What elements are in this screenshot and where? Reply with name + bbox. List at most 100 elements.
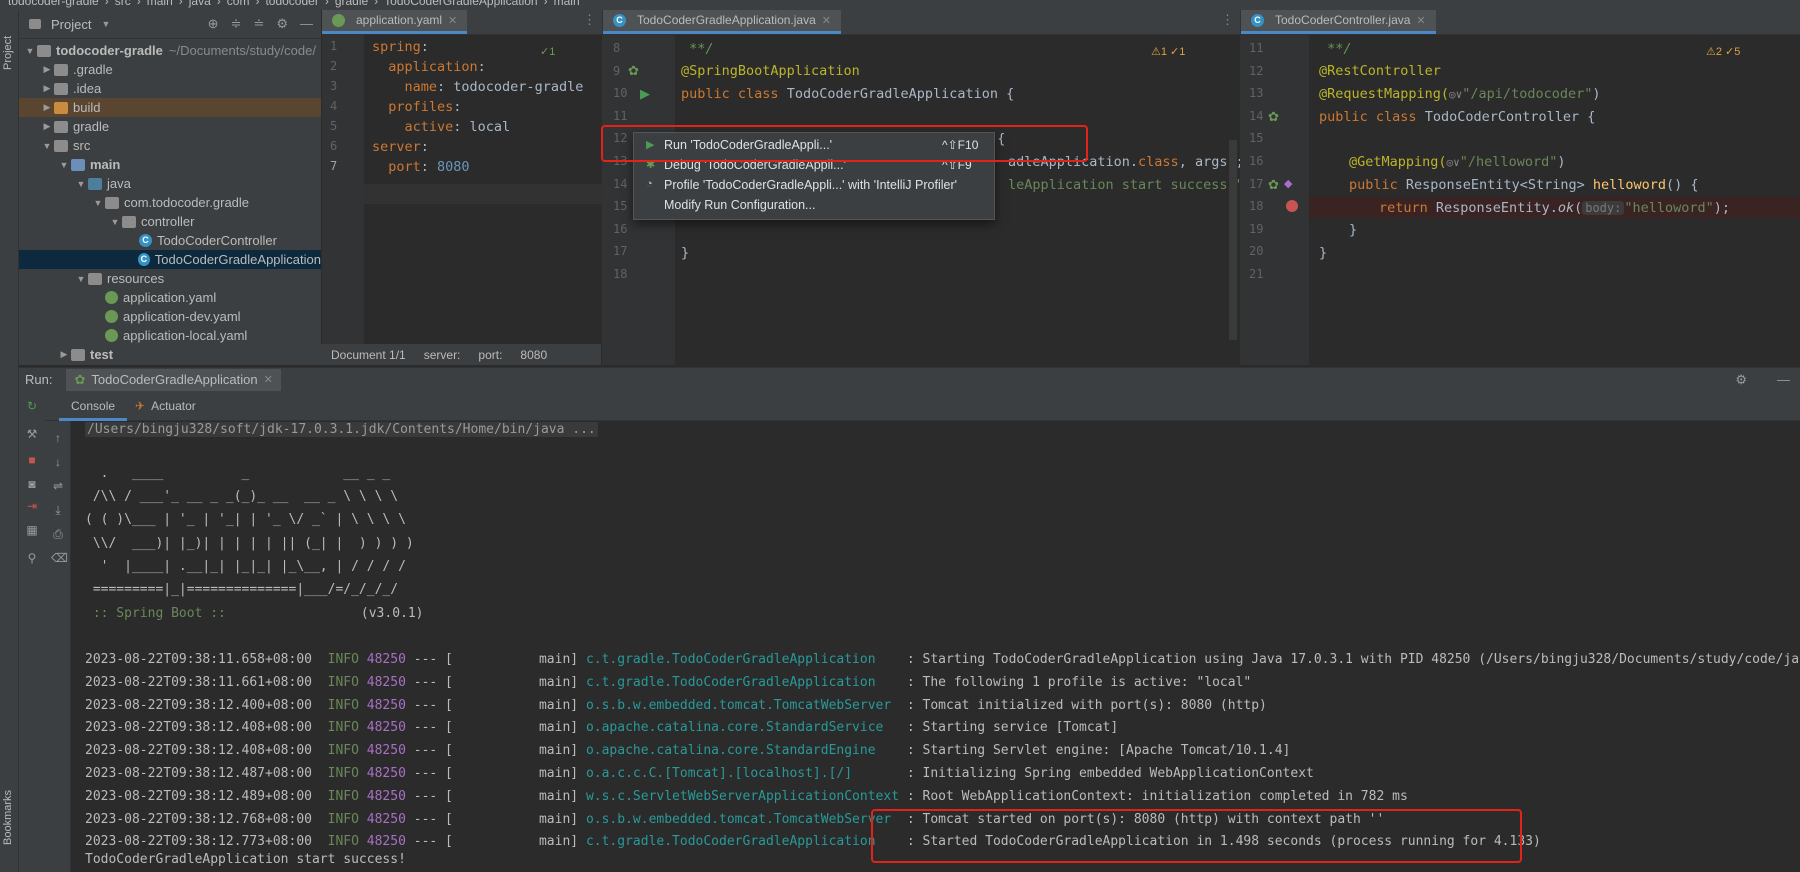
gear-icon[interactable]: ⚙: [276, 16, 288, 32]
spring-bean-icon[interactable]: ✿: [628, 63, 639, 79]
folder-icon: [54, 139, 68, 152]
tree-item-label: TodoCoderController: [157, 233, 277, 248]
left-tool-strip: Project Bookmarks: [0, 10, 19, 872]
request-mapping: @RequestMapping(◎∨"/api/todocoder"): [1319, 86, 1601, 102]
tree-item[interactable]: ▶ test: [19, 345, 321, 364]
tab-actuator[interactable]: Actuator: [151, 399, 196, 413]
spring-bean-icon[interactable]: ✿: [1268, 109, 1279, 125]
chevron-icon[interactable]: ▼: [23, 46, 37, 56]
yaml-editor[interactable]: application.yaml ✕ ⋮ ✓1 1 spring: 2 applic…: [322, 10, 602, 344]
stop-icon[interactable]: ■: [25, 453, 39, 467]
bookmarks-tool-button[interactable]: Bookmarks: [2, 790, 14, 845]
yaml-line: server:: [372, 139, 429, 155]
breakpoint-icon[interactable]: [1286, 200, 1298, 212]
chevron-icon[interactable]: ▶: [40, 102, 54, 113]
folder-icon: [29, 19, 41, 29]
tab-gradle-application[interactable]: C TodoCoderGradleApplication.java ✕: [603, 10, 841, 34]
chevron-icon[interactable]: ▼: [57, 160, 71, 170]
rerun-icon[interactable]: ↻: [25, 399, 39, 413]
tree-item[interactable]: ▶ .idea: [19, 79, 321, 98]
breadcrumb-item[interactable]: main: [554, 0, 580, 8]
tree-item[interactable]: ▼ com.todocoder.gradle: [19, 193, 321, 212]
project-tool-button[interactable]: Project: [2, 36, 14, 70]
chevron-icon[interactable]: ▶: [40, 121, 54, 132]
controller-class-declaration: public class TodoCoderController {: [1319, 109, 1596, 125]
mapping-icon[interactable]: ◆: [1284, 177, 1292, 190]
tree-item[interactable]: ▼ main: [19, 155, 321, 174]
chevron-down-icon[interactable]: ▼: [101, 19, 110, 29]
chevron-icon[interactable]: ▼: [74, 274, 88, 284]
hide-icon[interactable]: —: [1777, 372, 1790, 387]
collapse-all-icon[interactable]: ≐: [253, 16, 264, 32]
wrench-icon[interactable]: ⚒: [25, 427, 39, 441]
tree-item-label: build: [73, 100, 101, 115]
tree-item[interactable]: ▶ .gradle: [19, 60, 321, 79]
endpoint-icon[interactable]: ✿: [1268, 177, 1279, 193]
arrow-up-icon[interactable]: ↑: [51, 431, 65, 445]
scroll-to-end-icon[interactable]: ⤓: [51, 503, 65, 517]
close-icon[interactable]: ✕: [448, 14, 457, 27]
tab-application-yaml[interactable]: application.yaml ✕: [322, 10, 468, 34]
expand-all-icon[interactable]: ≑: [231, 16, 242, 32]
inspection-widget[interactable]: ⚠2 ✓5: [1706, 45, 1740, 58]
class-icon: C: [613, 13, 626, 27]
breadcrumb-item[interactable]: java: [189, 0, 211, 8]
menu-item-modify-config[interactable]: Modify Run Configuration...: [664, 198, 815, 212]
tree-item[interactable]: application-dev.yaml: [19, 307, 321, 326]
chevron-icon[interactable]: ▶: [40, 64, 54, 75]
breadcrumb-item[interactable]: todocoder-gradle: [8, 0, 99, 8]
tree-item[interactable]: ▼ src: [19, 136, 321, 155]
locate-icon[interactable]: ⊕: [208, 16, 219, 32]
print-icon[interactable]: ⎙: [51, 527, 65, 541]
close-icon[interactable]: ✕: [264, 373, 273, 386]
chevron-icon[interactable]: ▶: [40, 83, 54, 94]
arrow-down-icon[interactable]: ↓: [51, 455, 65, 469]
breadcrumb-item[interactable]: main: [147, 0, 173, 8]
breadcrumb-item[interactable]: todocoder: [265, 0, 318, 8]
hide-icon[interactable]: —: [300, 16, 313, 32]
console-output[interactable]: /Users/bingju328/soft/jdk-17.0.3.1.jdk/C…: [71, 421, 1800, 872]
more-icon[interactable]: ⋮: [1221, 12, 1240, 34]
tree-item[interactable]: ▶ build: [19, 98, 321, 117]
exit-icon[interactable]: ⇥: [25, 499, 39, 513]
scrollbar[interactable]: [1229, 140, 1237, 340]
run-gutter-icon[interactable]: ▶: [640, 86, 650, 102]
breadcrumb-item[interactable]: src: [115, 0, 131, 8]
more-icon[interactable]: ⋮: [583, 12, 602, 34]
breadcrumb-item[interactable]: gradle: [335, 0, 368, 8]
tree-item[interactable]: ▼ resources: [19, 269, 321, 288]
layout-icon[interactable]: ▦: [25, 523, 39, 537]
class-icon: C: [139, 234, 152, 247]
breadcrumb-item[interactable]: TodoCoderGradleApplication: [384, 0, 537, 8]
tree-item[interactable]: application.yaml: [19, 288, 321, 307]
tree-item[interactable]: C TodoCoderController: [19, 231, 321, 250]
chevron-icon[interactable]: ▶: [57, 349, 71, 360]
tab-controller[interactable]: C TodoCoderController.java ✕: [1241, 10, 1436, 34]
tree-item[interactable]: ▶ gradle: [19, 117, 321, 136]
tree-item[interactable]: C TodoCoderGradleApplication: [19, 250, 321, 269]
run-config-tab[interactable]: ✿ TodoCoderGradleApplication ✕: [66, 368, 281, 391]
inspection-widget[interactable]: ⚠1 ✓1: [1151, 45, 1185, 58]
tree-item[interactable]: ▼ java: [19, 174, 321, 193]
close-icon[interactable]: ✕: [822, 14, 831, 27]
menu-item-profile[interactable]: Profile 'TodoCoderGradleAppli...' with '…: [664, 178, 957, 192]
controller-editor[interactable]: C TodoCoderController.java ✕ ✿ ✿ ◆ ⚠2 ✓5…: [1240, 10, 1800, 365]
project-view-title[interactable]: Project: [51, 17, 91, 32]
soft-wrap-icon[interactable]: ⇌: [51, 479, 65, 493]
pin-icon[interactable]: ⚲: [25, 551, 39, 565]
camera-icon[interactable]: ◙: [25, 477, 39, 491]
breadcrumb-item[interactable]: com: [227, 0, 250, 8]
tree-item-label: todocoder-gradle: [56, 43, 163, 58]
chevron-icon[interactable]: ▼: [40, 141, 54, 151]
trash-icon[interactable]: ⌫: [51, 551, 68, 565]
chevron-icon[interactable]: ▼: [74, 179, 88, 189]
gear-icon[interactable]: ⚙: [1735, 372, 1747, 388]
tree-item[interactable]: ▼ controller: [19, 212, 321, 231]
tab-console[interactable]: Console: [59, 391, 128, 421]
close-icon[interactable]: ✕: [1416, 14, 1425, 27]
tree-item[interactable]: application-local.yaml: [19, 326, 321, 345]
tree-item[interactable]: ▼ todocoder-gradle ~/Documents/study/code/: [19, 41, 321, 60]
chevron-icon[interactable]: ▼: [91, 198, 105, 208]
inspection-widget[interactable]: ✓1: [540, 45, 555, 58]
chevron-icon[interactable]: ▼: [108, 217, 122, 227]
